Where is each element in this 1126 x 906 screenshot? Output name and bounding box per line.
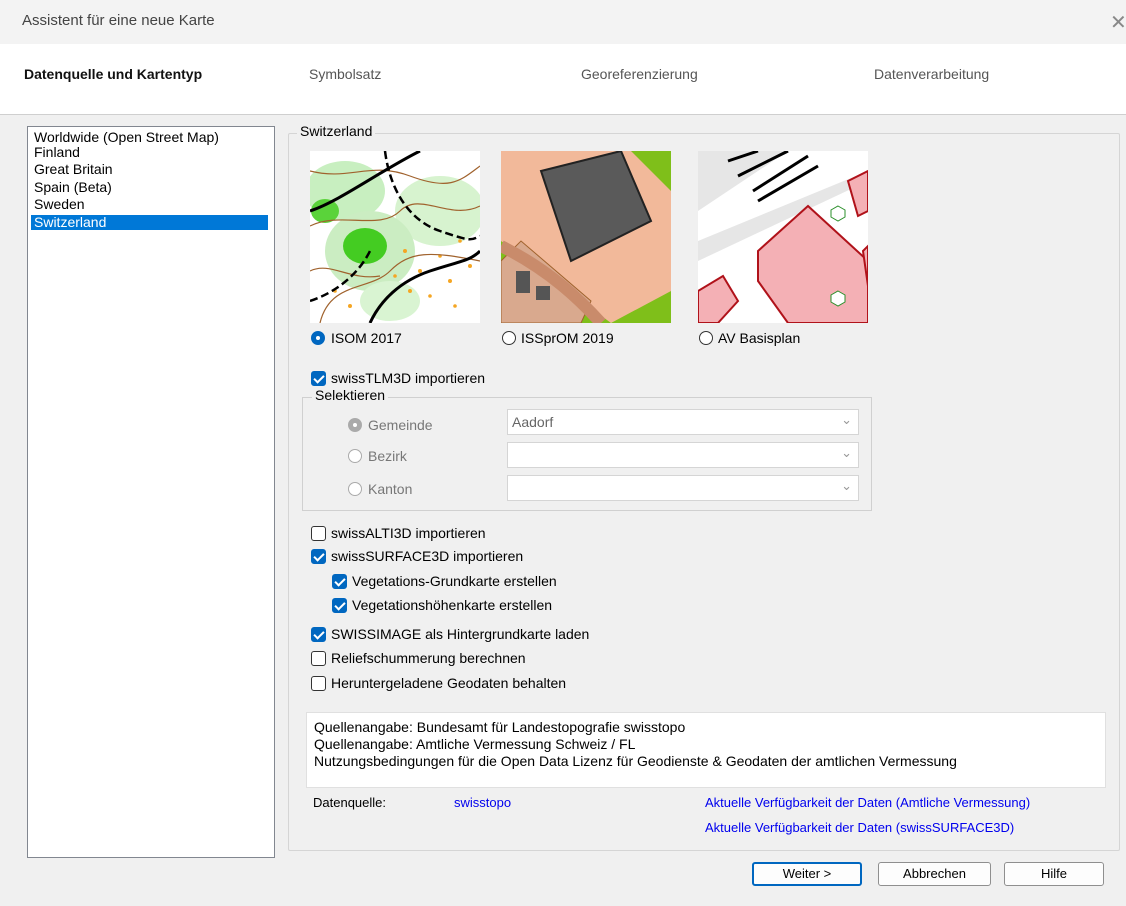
issprom-thumbnail[interactable] bbox=[501, 151, 671, 323]
kanton-combo[interactable]: ⌄ bbox=[507, 475, 859, 501]
availability-av-link[interactable]: Aktuelle Verfügbarkeit der Daten (Amtlic… bbox=[705, 795, 1030, 810]
attribution-box: Quellenangabe: Bundesamt für Landestopog… bbox=[306, 712, 1106, 788]
surface-label: swissSURFACE3D importieren bbox=[331, 548, 524, 564]
geodaten-label: Heruntergeladene Geodaten behalten bbox=[331, 675, 567, 691]
alti-label: swissALTI3D importieren bbox=[331, 525, 486, 541]
relief-checkbox[interactable] bbox=[311, 651, 326, 666]
veg-hoehe-label: Vegetationshöhenkarte erstellen bbox=[352, 597, 553, 613]
av-basisplan-thumbnail[interactable] bbox=[698, 151, 868, 323]
country-item-switzerland[interactable]: Switzerland bbox=[31, 215, 268, 230]
chevron-down-icon: ⌄ bbox=[841, 412, 852, 427]
gemeinde-label: Gemeinde bbox=[368, 417, 433, 433]
av-basisplan-radio[interactable] bbox=[699, 331, 713, 345]
issprom-radio[interactable] bbox=[502, 331, 516, 345]
info-line-3: Nutzungsbedingungen für die Open Data Li… bbox=[314, 753, 957, 769]
isom-radio[interactable] bbox=[311, 331, 325, 345]
step-symbolsatz: Symbolsatz bbox=[309, 66, 382, 82]
bezirk-radio[interactable] bbox=[348, 449, 362, 463]
gemeinde-value: Aadorf bbox=[512, 414, 554, 430]
group-title: Switzerland bbox=[297, 123, 376, 139]
isom-thumbnail[interactable] bbox=[310, 151, 480, 323]
gemeinde-radio[interactable] bbox=[348, 418, 362, 432]
info-line-2: Quellenangabe: Amtliche Vermessung Schwe… bbox=[314, 736, 636, 752]
country-list[interactable]: Worldwide (Open Street Map) Finland Grea… bbox=[27, 126, 275, 858]
info-line-1: Quellenangabe: Bundesamt für Landestopog… bbox=[314, 719, 686, 735]
swissimage-checkbox[interactable] bbox=[311, 627, 326, 642]
close-icon[interactable]: ✕ bbox=[1110, 10, 1126, 35]
isom-label: ISOM 2017 bbox=[331, 330, 402, 346]
selektieren-title: Selektieren bbox=[312, 387, 389, 403]
veg-hoehe-checkbox[interactable] bbox=[332, 598, 347, 613]
country-item-great-britain[interactable]: Great Britain bbox=[31, 162, 268, 177]
datasource-link[interactable]: swisstopo bbox=[454, 795, 511, 810]
surface-checkbox[interactable] bbox=[311, 549, 326, 564]
step-datenquelle: Datenquelle und Kartentyp bbox=[24, 66, 203, 82]
availability-surface-link[interactable]: Aktuelle Verfügbarkeit der Daten (swissS… bbox=[705, 820, 1014, 835]
bezirk-label: Bezirk bbox=[368, 448, 407, 464]
country-item-sweden[interactable]: Sweden bbox=[31, 197, 268, 212]
kanton-radio[interactable] bbox=[348, 482, 362, 496]
veg-grund-label: Vegetations-Grundkarte erstellen bbox=[352, 573, 557, 589]
relief-label: Reliefschummerung berechnen bbox=[331, 650, 526, 666]
tlm-label: swissTLM3D importieren bbox=[331, 370, 486, 386]
bezirk-combo[interactable]: ⌄ bbox=[507, 442, 859, 468]
veg-grund-checkbox[interactable] bbox=[332, 574, 347, 589]
tlm-checkbox[interactable] bbox=[311, 371, 326, 386]
issprom-label: ISSprOM 2019 bbox=[521, 330, 614, 346]
window-title: Assistent für eine neue Karte bbox=[22, 12, 215, 29]
geodaten-checkbox[interactable] bbox=[311, 676, 326, 691]
alti-checkbox[interactable] bbox=[311, 526, 326, 541]
chevron-down-icon: ⌄ bbox=[841, 478, 852, 493]
next-button[interactable]: Weiter > bbox=[752, 862, 862, 886]
cancel-button[interactable]: Abbrechen bbox=[878, 862, 991, 886]
step-datenverarbeitung: Datenverarbeitung bbox=[874, 66, 990, 82]
datasource-label: Datenquelle: bbox=[313, 795, 386, 810]
av-basisplan-label: AV Basisplan bbox=[718, 330, 801, 346]
country-item-finland[interactable]: Finland bbox=[31, 145, 268, 160]
country-item-worldwide[interactable]: Worldwide (Open Street Map) bbox=[31, 130, 268, 145]
kanton-label: Kanton bbox=[368, 481, 413, 497]
help-button[interactable]: Hilfe bbox=[1004, 862, 1104, 886]
country-item-spain[interactable]: Spain (Beta) bbox=[31, 180, 268, 195]
gemeinde-combo[interactable]: Aadorf ⌄ bbox=[507, 409, 859, 435]
step-georeferenzierung: Georeferenzierung bbox=[581, 66, 698, 82]
chevron-down-icon: ⌄ bbox=[841, 445, 852, 460]
swissimage-label: SWISSIMAGE als Hintergrundkarte laden bbox=[331, 626, 590, 642]
